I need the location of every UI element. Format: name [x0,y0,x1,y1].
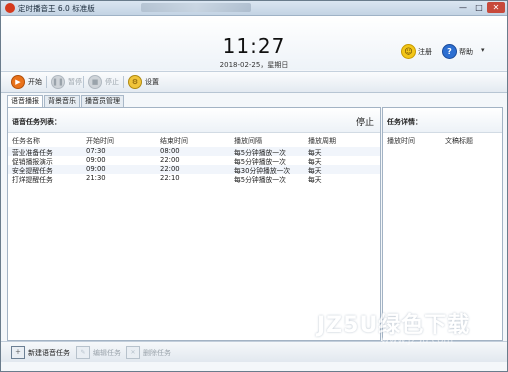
help-link[interactable]: ? 帮助 [442,44,473,59]
edit-icon: ✎ [76,346,90,359]
tab-background-music[interactable]: 背景音乐 [44,95,80,107]
minimize-button[interactable]: — [455,2,471,13]
clock-date: 2018-02-25，星期日 [219,61,289,69]
column-header[interactable]: 播放间隔 [234,136,262,146]
start-time-cell: 09:00 [86,165,106,173]
pause-button[interactable]: ❚❚ 暂停 [51,75,82,89]
cycle-cell: 每天 [308,176,322,184]
start-time-cell: 21:30 [86,174,106,182]
task-detail-title: 任务详情： [387,118,422,126]
help-label: 帮助 [459,47,473,56]
toolbar-divider [46,76,47,88]
new-task-label: 新建语音任务 [28,348,70,357]
toolbar-divider [123,76,124,88]
delete-icon: ✕ [126,346,140,359]
stop-label: 停止 [105,78,119,86]
task-table-body: 营业准备任务 07:30 08:00 每5分钟播放一次 每天 促销播报演示 09… [8,147,380,184]
edit-task-button[interactable]: ✎ 编辑任务 [76,346,121,359]
end-time-cell: 22:00 [160,165,180,173]
pause-icon: ❚❚ [51,75,65,89]
task-detail-panel: 任务详情： 播放时间 文稿标题 [382,107,503,341]
end-time-cell: 22:00 [160,156,180,164]
chevron-down-icon[interactable]: ▾ [481,46,485,54]
app-window: 定时播音王 6.0 标准版 — □ ✕ 11:27 2018-02-25，星期日… [0,0,508,372]
maximize-button[interactable]: □ [471,2,487,13]
help-icon: ? [442,44,457,59]
table-row[interactable]: 打烊提醒任务 21:30 22:10 每5分钟播放一次 每天 [8,174,380,184]
table-row[interactable]: 安全提醒任务 09:00 22:00 每30分钟播放一次 每天 [8,165,380,175]
delete-task-label: 删除任务 [143,348,171,357]
main-toolbar: ▶ 开始 ❚❚ 暂停 ■ 停止 ⚙ 设置 [1,71,507,93]
task-detail-header: 任务详情： [383,108,502,133]
task-list-title: 语音任务列表： [12,118,61,126]
pause-label: 暂停 [68,78,82,86]
watermark-url: www.jz5u.com [381,335,454,346]
register-label: 注册 [418,47,432,56]
task-table-header: 任务名称 开始时间 结束时间 播放间隔 播放周期 [8,136,380,146]
task-list-header: 语音任务列表： 停止 [8,108,380,133]
play-icon: ▶ [11,75,25,89]
title-bar[interactable]: 定时播音王 6.0 标准版 — □ ✕ [1,1,507,16]
column-header[interactable]: 播放周期 [308,136,336,146]
column-header[interactable]: 任务名称 [12,136,40,146]
settings-label: 设置 [145,78,159,86]
end-time-cell: 22:10 [160,174,180,182]
detail-table-header: 播放时间 文稿标题 [383,136,502,146]
interval-cell: 每5分钟播放一次 [234,176,286,184]
clock-header: 11:27 2018-02-25，星期日 ☺ 注册 ? 帮助 ▾ [1,16,507,70]
gear-icon: ⚙ [128,75,142,89]
delete-task-button[interactable]: ✕ 删除任务 [126,346,171,359]
tab-bar: 语音播报 背景音乐 播音员管理 [7,95,125,108]
new-task-button[interactable]: ＋ 新建语音任务 [11,346,70,359]
blurred-title-area [141,3,251,12]
toolbar-divider [83,76,84,88]
edit-task-label: 编辑任务 [93,348,121,357]
close-button[interactable]: ✕ [487,2,505,13]
end-time-cell: 08:00 [160,147,180,155]
table-row[interactable]: 营业准备任务 07:30 08:00 每5分钟播放一次 每天 [8,147,380,157]
start-label: 开始 [28,78,42,86]
start-time-cell: 07:30 [86,147,106,155]
table-row[interactable]: 促销播报演示 09:00 22:00 每5分钟播放一次 每天 [8,156,380,166]
tab-announcer-management[interactable]: 播音员管理 [81,95,124,107]
stop-button[interactable]: ■ 停止 [88,75,119,89]
column-header[interactable]: 播放时间 [387,136,415,146]
column-header[interactable]: 结束时间 [160,136,188,146]
play-status: 停止 [355,118,374,128]
new-document-icon: ＋ [11,346,25,359]
register-link[interactable]: ☺ 注册 [401,44,432,59]
start-time-cell: 09:00 [86,156,106,164]
stop-icon: ■ [88,75,102,89]
app-logo-icon [5,3,15,13]
start-button[interactable]: ▶ 开始 [11,75,42,89]
task-list-panel: 语音任务列表： 停止 任务名称 开始时间 结束时间 播放间隔 播放周期 营业准备… [7,107,381,341]
smiley-icon: ☺ [401,44,416,59]
column-header[interactable]: 文稿标题 [445,136,473,146]
window-title: 定时播音王 6.0 标准版 [18,4,95,13]
settings-button[interactable]: ⚙ 设置 [128,75,159,89]
task-name-cell: 打烊提醒任务 [12,176,53,184]
column-header[interactable]: 开始时间 [86,136,114,146]
